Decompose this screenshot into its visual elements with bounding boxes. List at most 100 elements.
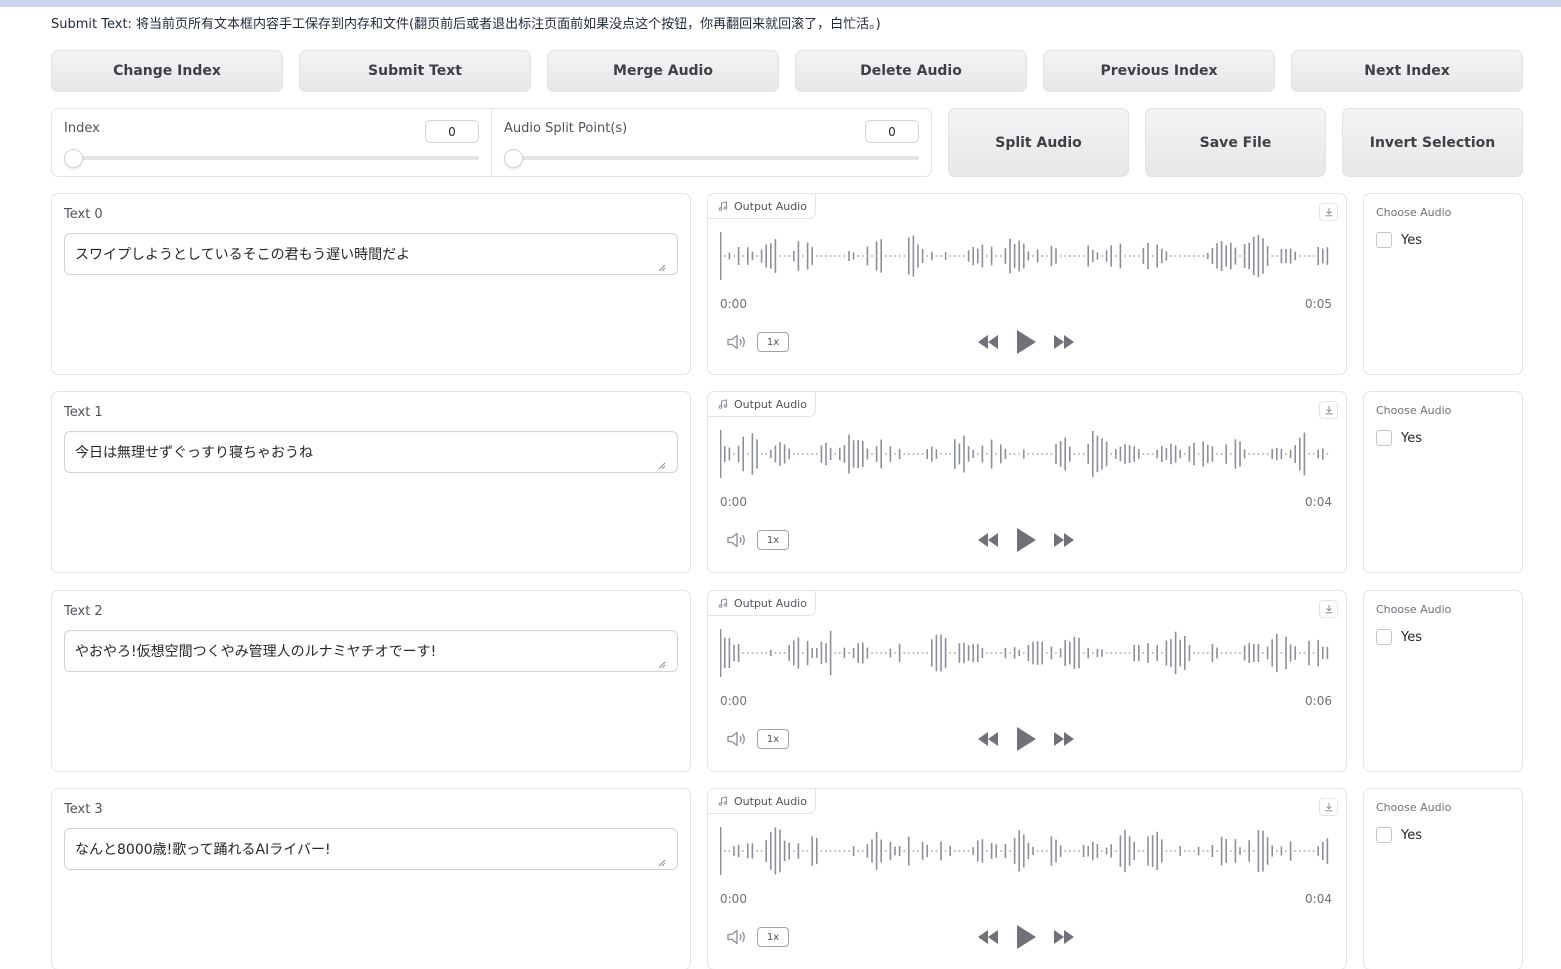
choose-audio-label: Choose Audio [1376, 404, 1452, 417]
text-card: Text 1 今日は無理せずぐっすり寝ちゃおうね [51, 391, 691, 573]
play-icon[interactable] [1013, 526, 1039, 554]
audio-card: Output Audio 0:00 0:06 1x [707, 590, 1347, 772]
choose-audio-option-label: Yes [1401, 232, 1422, 248]
playback-speed-button[interactable]: 1x [757, 729, 789, 749]
submit-text-button[interactable]: Submit Text [299, 50, 531, 92]
choose-audio-option[interactable]: Yes [1376, 430, 1422, 446]
choose-audio-checkbox[interactable] [1376, 827, 1392, 843]
audio-waveform[interactable] [720, 228, 1332, 284]
play-icon[interactable] [1013, 328, 1039, 356]
split-point-slider-handle[interactable] [504, 149, 523, 168]
choose-audio-card: Choose Audio Yes [1363, 391, 1523, 573]
split-point-slider-track[interactable] [504, 156, 919, 160]
fast-forward-icon[interactable] [1052, 725, 1076, 753]
audio-duration: 0:05 [1305, 297, 1332, 311]
audio-tag: Output Audio [708, 591, 816, 616]
audio-tag: Output Audio [708, 789, 816, 814]
audio-tag: Output Audio [708, 194, 816, 219]
text-input[interactable]: やおやろ!仮想空間つくやみ管理人のルナミヤチオでーす! [64, 630, 678, 672]
volume-icon[interactable] [726, 928, 748, 946]
playback-speed-button[interactable]: 1x [757, 927, 789, 947]
text-input[interactable]: 今日は無理せずぐっすり寝ちゃおうね [64, 431, 678, 473]
save-file-button[interactable]: Save File [1145, 108, 1326, 177]
index-slider-group: Index 0 [52, 109, 491, 176]
rewind-icon[interactable] [976, 328, 1000, 356]
audio-card: Output Audio 0:00 0:05 1x [707, 193, 1347, 375]
choose-audio-label: Choose Audio [1376, 801, 1452, 814]
audio-label: Output Audio [734, 397, 807, 411]
volume-icon[interactable] [726, 531, 748, 549]
download-button[interactable] [1319, 798, 1338, 816]
audio-waveform[interactable] [720, 823, 1332, 879]
index-slider-handle[interactable] [64, 149, 83, 168]
audio-current-time: 0:00 [720, 495, 747, 509]
split-point-label: Audio Split Point(s) [504, 121, 628, 136]
fast-forward-icon[interactable] [1052, 328, 1076, 356]
choose-audio-card: Choose Audio Yes [1363, 193, 1523, 375]
choose-audio-option[interactable]: Yes [1376, 232, 1422, 248]
choose-audio-option-label: Yes [1401, 827, 1422, 843]
music-note-icon [718, 796, 728, 806]
resize-grip-icon[interactable] [658, 661, 666, 669]
music-note-icon [718, 598, 728, 608]
audio-card: Output Audio 0:00 0:04 1x [707, 391, 1347, 573]
choose-audio-option-label: Yes [1401, 430, 1422, 446]
text-input[interactable]: なんと8000歳!歌って踊れるAIライバー! [64, 828, 678, 870]
playback-speed-button[interactable]: 1x [757, 332, 789, 352]
index-slider-track[interactable] [64, 156, 479, 160]
fast-forward-icon[interactable] [1052, 526, 1076, 554]
text-input[interactable]: スワイプしようとしているそこの君もう遅い時間だよ [64, 233, 678, 275]
choose-audio-option[interactable]: Yes [1376, 629, 1422, 645]
audio-duration: 0:04 [1305, 892, 1332, 906]
download-icon [1325, 406, 1332, 415]
choose-audio-checkbox[interactable] [1376, 430, 1392, 446]
play-icon[interactable] [1013, 923, 1039, 951]
download-button[interactable] [1319, 401, 1338, 419]
resize-grip-icon[interactable] [658, 462, 666, 470]
music-note-icon [718, 399, 728, 409]
playback-speed-button[interactable]: 1x [757, 530, 789, 550]
audio-current-time: 0:00 [720, 297, 747, 311]
audio-waveform[interactable] [720, 426, 1332, 482]
next-index-button[interactable]: Next Index [1291, 50, 1523, 92]
text-label: Text 1 [64, 405, 103, 420]
choose-audio-checkbox[interactable] [1376, 232, 1392, 248]
rewind-icon[interactable] [976, 923, 1000, 951]
text-label: Text 3 [64, 802, 103, 817]
fast-forward-icon[interactable] [1052, 923, 1076, 951]
text-card: Text 0 スワイプしようとしているそこの君もう遅い時間だよ [51, 193, 691, 375]
choose-audio-option-label: Yes [1401, 629, 1422, 645]
volume-icon[interactable] [726, 730, 748, 748]
text-card: Text 3 なんと8000歳!歌って踊れるAIライバー! [51, 788, 691, 969]
invert-selection-button[interactable]: Invert Selection [1342, 108, 1523, 177]
submit-text-notice: Submit Text: 将当前页所有文本框内容手工保存到内存和文件(翻页前后或… [51, 17, 881, 32]
rewind-icon[interactable] [976, 725, 1000, 753]
choose-audio-label: Choose Audio [1376, 603, 1452, 616]
split-point-number-input[interactable]: 0 [865, 120, 919, 143]
download-icon [1325, 208, 1332, 217]
text-card: Text 2 やおやろ!仮想空間つくやみ管理人のルナミヤチオでーす! [51, 590, 691, 772]
index-label: Index [64, 121, 100, 136]
previous-index-button[interactable]: Previous Index [1043, 50, 1275, 92]
text-label: Text 2 [64, 604, 103, 619]
merge-audio-button[interactable]: Merge Audio [547, 50, 779, 92]
music-note-icon [718, 201, 728, 211]
choose-audio-option[interactable]: Yes [1376, 827, 1422, 843]
choose-audio-label: Choose Audio [1376, 206, 1452, 219]
index-number-input[interactable]: 0 [425, 120, 479, 143]
resize-grip-icon[interactable] [658, 859, 666, 867]
download-button[interactable] [1319, 600, 1338, 618]
split-audio-button[interactable]: Split Audio [948, 108, 1129, 177]
download-icon [1325, 605, 1332, 614]
change-index-button[interactable]: Change Index [51, 50, 283, 92]
rewind-icon[interactable] [976, 526, 1000, 554]
play-icon[interactable] [1013, 725, 1039, 753]
audio-waveform[interactable] [720, 625, 1332, 681]
audio-label: Output Audio [734, 199, 807, 213]
volume-icon[interactable] [726, 333, 748, 351]
resize-grip-icon[interactable] [658, 264, 666, 272]
delete-audio-button[interactable]: Delete Audio [795, 50, 1027, 92]
audio-duration: 0:06 [1305, 694, 1332, 708]
download-button[interactable] [1319, 203, 1338, 221]
choose-audio-checkbox[interactable] [1376, 629, 1392, 645]
